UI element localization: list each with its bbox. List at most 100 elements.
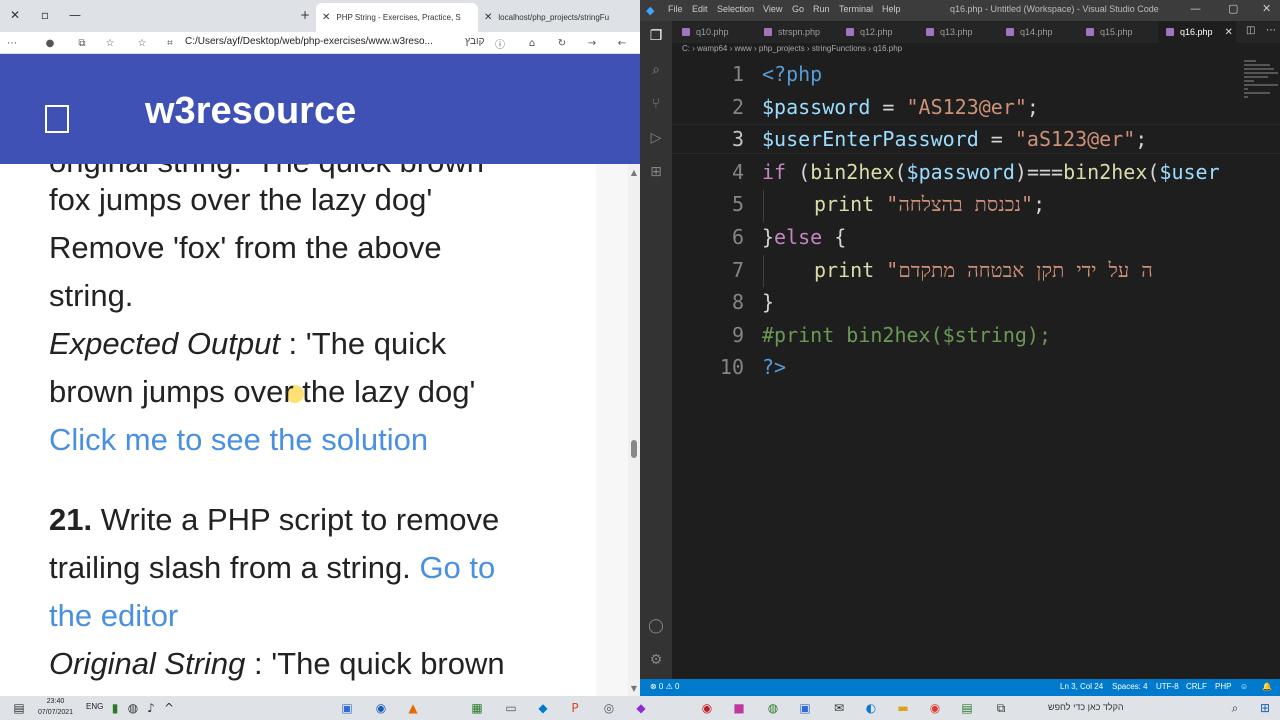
volume-icon[interactable]: ♪ (142, 699, 160, 717)
taskbar-app-icon[interactable]: ▣ (338, 699, 356, 717)
menu-edit[interactable]: Edit (692, 4, 708, 14)
search-icon[interactable]: ⌕ (1226, 699, 1244, 717)
problems-status[interactable]: ⊗ 0 ⚠ 0 (650, 682, 679, 691)
run-debug-icon[interactable]: ▷ (647, 129, 665, 147)
menu-selection[interactable]: Selection (717, 4, 754, 14)
code-editor[interactable]: 1 2 3 4 5 6 7 8 9 10 <?php $password = "… (672, 58, 1280, 679)
reader-icon[interactable]: ⌗ (162, 35, 178, 51)
scroll-thumb[interactable] (631, 440, 637, 458)
taskbar-app-icon[interactable]: ◉ (698, 699, 716, 717)
taskbar-clock[interactable]: 23:40 07/07/2021 (38, 696, 73, 718)
close-window-icon[interactable]: ✕ (4, 4, 26, 26)
new-tab-icon[interactable]: + (294, 4, 316, 26)
forward-icon[interactable]: → (584, 35, 600, 51)
menu-run[interactable]: Run (813, 4, 830, 14)
taskbar-app-icon[interactable]: ◎ (600, 699, 618, 717)
vlc-icon[interactable]: ▲ (404, 699, 422, 717)
menu-go[interactable]: Go (792, 4, 804, 14)
original-separator: : (245, 646, 272, 681)
taskbar-search[interactable]: הקלד כאן כדי לחפש (1048, 702, 1124, 712)
maximize-icon[interactable]: ▢ (1228, 2, 1238, 15)
taskbar-app-icon[interactable]: ◍ (764, 699, 782, 717)
taskbar-app-icon[interactable]: ◉ (372, 699, 390, 717)
language-mode[interactable]: PHP (1215, 682, 1231, 691)
taskbar-app-icon[interactable]: ▭ (502, 699, 520, 717)
tab-q12[interactable]: q12.php (838, 21, 918, 43)
menu-terminal[interactable]: Terminal (839, 4, 873, 14)
scroll-down-icon[interactable]: ▼ (628, 682, 640, 694)
minimize-icon[interactable]: — (1190, 2, 1201, 15)
network-icon[interactable]: ◍ (124, 699, 142, 717)
explorer-icon[interactable]: ❐ (647, 27, 665, 45)
minimap[interactable] (1244, 58, 1280, 118)
menu-file[interactable]: File (668, 4, 683, 14)
eol-status[interactable]: CRLF (1186, 682, 1207, 691)
taskbar-app-icon[interactable]: ◆ (632, 699, 650, 717)
cursor-position[interactable]: Ln 3, Col 24 (1060, 682, 1103, 691)
profile-icon[interactable]: ● (42, 35, 58, 51)
go-to-editor-link[interactable]: the editor (49, 598, 178, 634)
settings-gear-icon[interactable]: ⚙ (647, 651, 665, 669)
status-bar: ⊗ 0 ⚠ 0 Ln 3, Col 24 Spaces: 4 UTF-8 CRL… (640, 679, 1280, 696)
close-tab-icon[interactable]: ✕ (1225, 27, 1233, 38)
taskbar-app-icon[interactable]: ▣ (796, 699, 814, 717)
indentation-status[interactable]: Spaces: 4 (1112, 682, 1148, 691)
collections-icon[interactable]: ⧉ (74, 35, 90, 51)
tab-q10[interactable]: q10.php (674, 21, 756, 43)
extensions-icon[interactable]: ⊞ (647, 163, 665, 181)
taskbar-app-icon[interactable]: ✉ (830, 699, 848, 717)
edge-icon[interactable]: ◐ (862, 699, 880, 717)
url-field[interactable]: C:/Users/ayf/Desktop/web/php-exercises/w… (185, 36, 433, 47)
notifications-icon[interactable]: 🔔 (1262, 682, 1272, 691)
favorites-icon[interactable]: ☆ (102, 35, 118, 51)
add-favorite-icon[interactable]: ☆ (134, 35, 150, 51)
account-icon[interactable]: ◯ (647, 617, 665, 635)
back-icon[interactable]: ← (614, 35, 630, 51)
refresh-icon[interactable]: ↻ (554, 35, 570, 51)
menu-help[interactable]: Help (882, 4, 901, 14)
taskbar-app-icon[interactable]: ▤ (958, 699, 976, 717)
source-control-icon[interactable]: ⑂ (647, 95, 665, 113)
file-explorer-icon[interactable]: ▬ (894, 699, 912, 717)
restore-icon[interactable]: ▫ (34, 4, 56, 26)
close-window-icon[interactable]: ✕ (1262, 2, 1271, 15)
home-icon[interactable]: ⌂ (524, 35, 540, 51)
more-actions-icon[interactable]: ⋯ (1266, 25, 1276, 36)
info-icon[interactable]: ⓘ (492, 35, 508, 51)
browser-tab-php-string[interactable]: ✕ PHP String - Exercises, Practice, S (316, 3, 478, 32)
expected-label: Expected Output (49, 326, 280, 361)
taskbar-app-icon[interactable]: ▦ (468, 699, 486, 717)
minimize-icon[interactable]: — (64, 4, 86, 26)
language-indicator[interactable]: ENG (86, 702, 103, 711)
browser-tab-localhost[interactable]: ✕ localhost/php_projects/stringFu (478, 3, 638, 32)
site-title[interactable]: w3resource (145, 90, 356, 133)
feedback-icon[interactable]: ☺ (1240, 682, 1248, 691)
close-tab-icon[interactable]: ✕ (484, 12, 492, 23)
tab-q16[interactable]: q16.php ✕ (1158, 21, 1236, 43)
close-tab-icon[interactable]: ✕ (322, 12, 330, 23)
battery-icon[interactable]: ▮ (106, 699, 124, 717)
scroll-up-icon[interactable]: ▲ (628, 166, 640, 178)
taskbar-app-icon[interactable]: ■ (730, 699, 748, 717)
menu-view[interactable]: View (763, 4, 782, 14)
page-scrollbar[interactable]: ▲ ▼ (628, 164, 640, 696)
solution-link[interactable]: Click me to see the solution (49, 422, 428, 458)
encoding-status[interactable]: UTF-8 (1156, 682, 1179, 691)
show-hidden-icons[interactable]: ^ (160, 699, 178, 717)
task-view-icon[interactable]: ⧉ (992, 699, 1010, 717)
go-to-editor-link[interactable]: Go to (419, 550, 495, 585)
more-icon[interactable]: ⋯ (4, 35, 20, 51)
powerpoint-icon[interactable]: P (566, 699, 584, 717)
notification-center-icon[interactable]: ▤ (10, 699, 28, 717)
chrome-icon[interactable]: ◉ (926, 699, 944, 717)
menu-icon[interactable] (45, 105, 69, 133)
search-icon[interactable]: ⌕ (647, 61, 665, 79)
tab-strspn[interactable]: strspn.php (756, 21, 838, 43)
tab-q13[interactable]: q13.php (918, 21, 998, 43)
tab-q14[interactable]: q14.php (998, 21, 1078, 43)
tab-q15[interactable]: q15.php (1078, 21, 1158, 43)
breadcrumb[interactable]: C: › wamp64 › www › php_projects › strin… (682, 44, 902, 53)
vscode-taskbar-icon[interactable]: ◆ (534, 699, 552, 717)
start-icon[interactable]: ⊞ (1256, 699, 1274, 717)
split-editor-icon[interactable]: ◫ (1246, 25, 1255, 36)
